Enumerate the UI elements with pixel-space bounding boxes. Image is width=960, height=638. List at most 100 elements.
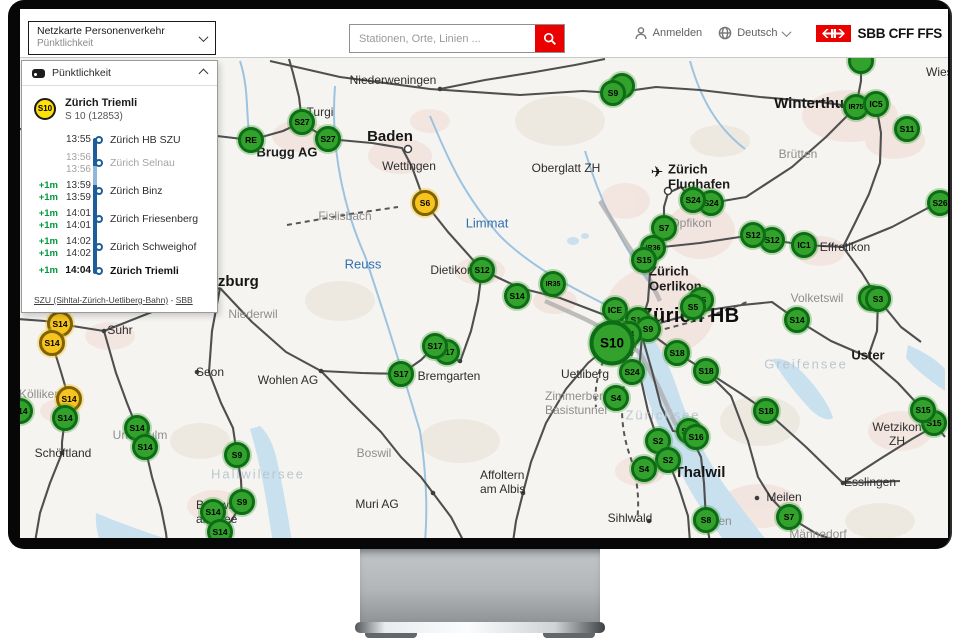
line-badge-s18[interactable]: S18 bbox=[753, 398, 779, 424]
network-layer-dropdown[interactable]: Netzkarte Personenverkehr Pünktlichkeit bbox=[28, 21, 216, 55]
time-value: 13:56 bbox=[66, 164, 91, 175]
time-value: 13:55 bbox=[66, 134, 91, 145]
delay-value: +1m bbox=[39, 236, 58, 247]
stop-name: Zürich Triemli bbox=[110, 265, 179, 277]
line-badge-s26[interactable]: S26 bbox=[927, 190, 948, 216]
search-icon bbox=[543, 32, 557, 46]
panel-footer: SZU (Sihltal-Zürich-Uetliberg-Bahn) - SB… bbox=[34, 295, 193, 305]
train-line-badge: S10 bbox=[34, 98, 56, 120]
timeline-node-icon bbox=[95, 159, 103, 167]
line-badge-s24[interactable]: S24 bbox=[680, 187, 706, 213]
monitor-foot-left bbox=[365, 633, 417, 638]
line-badge-s9[interactable]: S9 bbox=[229, 489, 255, 515]
language-label: Deutsch bbox=[737, 27, 777, 39]
network-layer-text: Netzkarte Personenverkehr Pünktlichkeit bbox=[37, 25, 200, 51]
timeline-node-icon bbox=[95, 215, 103, 223]
delay-value: +1m bbox=[39, 208, 58, 219]
line-badge-s6[interactable]: S6 bbox=[412, 190, 438, 216]
delay-value: +1m bbox=[39, 180, 58, 191]
user-icon bbox=[634, 26, 648, 40]
time-value: 13:56 bbox=[66, 152, 91, 163]
chevron-down-icon bbox=[199, 32, 209, 42]
line-badge-s8[interactable]: S8 bbox=[693, 507, 719, 533]
monitor-foot-right bbox=[543, 633, 595, 638]
delay-value: +1m bbox=[39, 192, 58, 203]
line-badge-ir35[interactable]: IR35 bbox=[540, 271, 566, 297]
train-destination: Zürich Triemli bbox=[65, 96, 137, 111]
line-badge-s16[interactable]: S16 bbox=[683, 424, 709, 450]
panel-title: Pünktlichkeit bbox=[52, 67, 193, 79]
line-badge-ic5[interactable]: IC5 bbox=[863, 91, 889, 117]
line-badge-s14[interactable]: S14 bbox=[132, 434, 158, 460]
delay-value: +1m bbox=[39, 220, 58, 231]
punctuality-panel: Pünktlichkeit S10 Zürich Triemli S 10 (1… bbox=[21, 60, 218, 313]
language-selector[interactable]: Deutsch bbox=[718, 26, 789, 40]
panel-header[interactable]: Pünktlichkeit bbox=[22, 61, 217, 86]
time-value: 14:04 bbox=[65, 265, 91, 276]
line-badge-s9[interactable]: S9 bbox=[600, 80, 626, 106]
line-badge-s14[interactable]: S14 bbox=[784, 307, 810, 333]
search-button[interactable] bbox=[535, 25, 564, 52]
login-label: Anmelden bbox=[653, 27, 703, 39]
line-badge-s11[interactable]: S11 bbox=[894, 116, 920, 142]
panel-footer-separator: - bbox=[168, 295, 176, 305]
line-badge-s5[interactable]: S5 bbox=[680, 294, 706, 320]
line-badge-s18[interactable]: S18 bbox=[664, 340, 690, 366]
stop-row: 13:5613:56 Zürich Selnau bbox=[32, 151, 217, 176]
line-badge-s27[interactable]: S27 bbox=[315, 126, 341, 152]
line-badge-s12[interactable]: S12 bbox=[740, 222, 766, 248]
stop-name: Zürich Friesenberg bbox=[110, 213, 198, 225]
time-value: 14:01 bbox=[66, 208, 91, 219]
line-badge-s10[interactable]: S10 bbox=[590, 321, 635, 366]
stop-name: Zürich Selnau bbox=[110, 157, 175, 169]
line-badge-s14[interactable]: S14 bbox=[52, 405, 78, 431]
search-box bbox=[349, 24, 565, 53]
line-badge-s9[interactable]: S9 bbox=[224, 442, 250, 468]
search-input[interactable] bbox=[350, 25, 535, 52]
timeline-node-icon bbox=[95, 243, 103, 251]
chevron-up-icon bbox=[199, 68, 209, 78]
topbar-right: Anmelden Deutsch bbox=[634, 9, 946, 57]
line-badge-s14[interactable]: S14 bbox=[39, 330, 65, 356]
line-badge-s24[interactable]: S24 bbox=[619, 359, 645, 385]
line-badge-s12[interactable]: S12 bbox=[469, 257, 495, 283]
airport-icon: ✈ bbox=[651, 163, 664, 181]
time-value: 14:02 bbox=[66, 248, 91, 259]
line-badge-ic1[interactable]: IC1 bbox=[791, 232, 817, 258]
line-badge-s7[interactable]: S7 bbox=[776, 504, 802, 530]
time-value: 14:01 bbox=[66, 220, 91, 231]
line-badge-s15[interactable]: S15 bbox=[631, 247, 657, 273]
line-badge-s4[interactable]: S4 bbox=[631, 456, 657, 482]
line-badge-s14[interactable]: S14 bbox=[504, 283, 530, 309]
train-summary: S10 Zürich Triemli S 10 (12853) bbox=[22, 86, 217, 128]
line-badge-re[interactable]: RE bbox=[238, 127, 264, 153]
line-badge-s17[interactable]: S17 bbox=[388, 361, 414, 387]
line-badge-s2[interactable]: S2 bbox=[655, 447, 681, 473]
line-badge-s4[interactable]: S4 bbox=[603, 385, 629, 411]
stop-row: 13:55 Zürich HB SZU bbox=[32, 132, 217, 148]
delay-value: +1m bbox=[39, 265, 58, 276]
timeline-node-icon bbox=[95, 267, 103, 275]
stop-name: Zürich HB SZU bbox=[110, 134, 181, 146]
timeline-line bbox=[93, 138, 97, 274]
timeline-line-progress bbox=[93, 166, 97, 185]
time-value: 13:59 bbox=[66, 180, 91, 191]
line-badge-s18[interactable]: S18 bbox=[693, 358, 719, 384]
stop-name: Zürich Schweighof bbox=[110, 241, 196, 253]
panel-footer-link[interactable]: SZU (Sihltal-Zürich-Uetliberg-Bahn) bbox=[34, 295, 168, 305]
login-button[interactable]: Anmelden bbox=[634, 26, 703, 40]
stop-name: Zürich Binz bbox=[110, 185, 163, 197]
time-value: 13:59 bbox=[66, 192, 91, 203]
line-badge-s3[interactable]: S3 bbox=[865, 286, 891, 312]
stop-row: +1m+1m 13:5913:59 Zürich Binz bbox=[32, 179, 217, 204]
chevron-down-icon bbox=[781, 27, 791, 37]
dropdown-title: Netzkarte Personenverkehr bbox=[37, 25, 200, 38]
stop-row: +1m 14:04 Zürich Triemli bbox=[32, 263, 217, 279]
line-badge-s27[interactable]: S27 bbox=[289, 109, 315, 135]
panel-footer-link[interactable]: SBB bbox=[176, 295, 193, 305]
line-badge-s15[interactable]: S15 bbox=[910, 397, 936, 423]
sbb-logo[interactable]: SBB CFF FFS bbox=[816, 25, 942, 42]
line-badge-s17[interactable]: S17 bbox=[422, 333, 448, 359]
line-badge-s14[interactable]: S14 bbox=[207, 519, 233, 538]
train-line-info: S 10 (12853) bbox=[65, 111, 137, 122]
